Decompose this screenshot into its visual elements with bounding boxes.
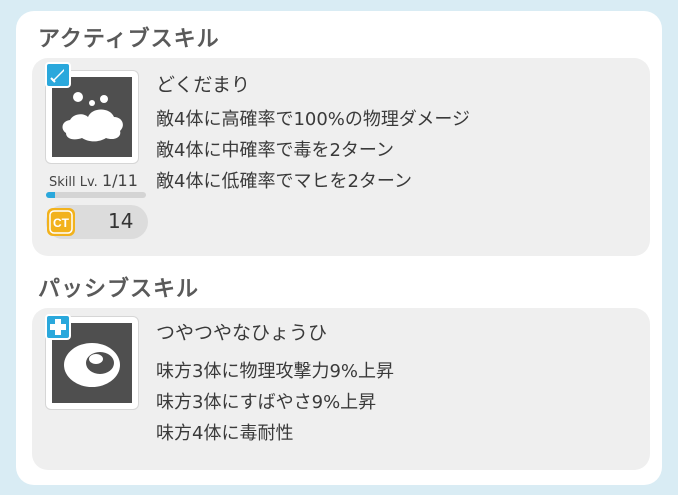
cooldown-value: 14 bbox=[108, 209, 134, 233]
active-skill-title: アクティブスキル bbox=[38, 27, 220, 52]
active-skill-name: どくだまり bbox=[156, 74, 251, 96]
ct-icon: CT bbox=[46, 207, 76, 237]
passive-skill-effects: 味方3体に物理攻撃力9%上昇 味方3体にすばやさ9%上昇 味方4体に毒耐性 bbox=[156, 356, 394, 449]
skill-level-fill bbox=[46, 192, 55, 198]
effect-line: 味方3体に物理攻撃力9%上昇 bbox=[156, 361, 395, 382]
skill-level-label: Skill Lv. bbox=[49, 175, 98, 190]
passive-skill-name: つやつやなひょうひ bbox=[156, 322, 328, 344]
poison-puddle-icon bbox=[52, 77, 132, 157]
active-skill-effects: 敵4体に高確率で100%の物理ダメージ 敵4体に中確率で毒を2ターン 敵4体に低… bbox=[156, 104, 470, 197]
effect-line: 味方4体に毒耐性 bbox=[156, 423, 294, 444]
ct-icon-label: CT bbox=[53, 216, 70, 230]
passive-skill-card[interactable]: つやつやなひょうひ 味方3体に物理攻撃力9%上昇 味方3体にすばやさ9%上昇 味… bbox=[32, 308, 650, 470]
skill-level-value: 1/11 bbox=[101, 171, 138, 190]
effect-line: 敵4体に低確率でマヒを2ターン bbox=[156, 171, 413, 192]
sword-icon bbox=[45, 62, 71, 88]
passive-skill-title: パッシブスキル bbox=[38, 277, 200, 302]
plus-icon bbox=[45, 314, 71, 340]
effect-line: 味方3体にすばやさ9%上昇 bbox=[156, 392, 377, 413]
effect-line: 敵4体に中確率で毒を2ターン bbox=[156, 140, 395, 161]
skill-level-bar bbox=[46, 192, 146, 198]
effect-line: 敵4体に高確率で100%の物理ダメージ bbox=[156, 109, 471, 130]
active-skill-card[interactable]: Skill Lv. 1/11 CT 14 どくだまり 敵4体に高確率で100%の… bbox=[32, 58, 650, 256]
cooldown-pill: CT 14 bbox=[46, 205, 148, 239]
skill-panel: アクティブスキル Skill Lv. 1/11 CT 14 どくだまり 敵4体に… bbox=[16, 11, 662, 485]
